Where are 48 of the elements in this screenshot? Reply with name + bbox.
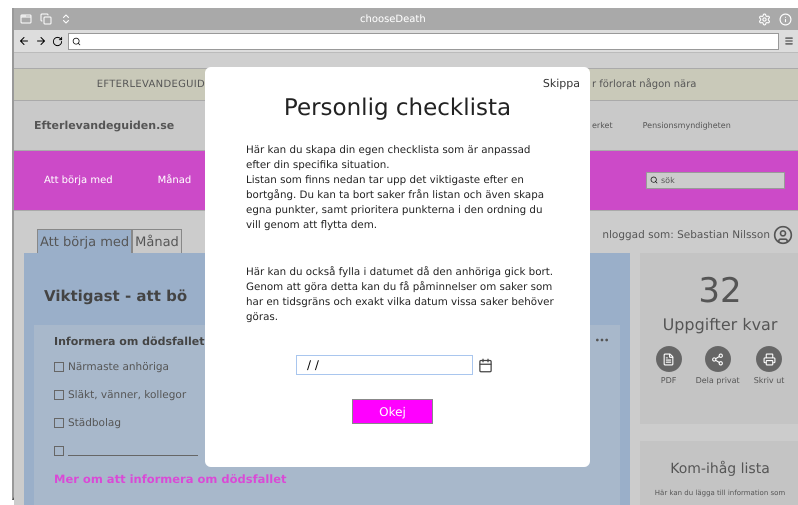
skip-link[interactable]: Skippa	[542, 77, 580, 90]
dialog-text: Här kan du också fylla i datumet då den anhöriga gick bort. Genom att göra detta kan du få påminnelser om saker som har en tidsgräns och exakt vilka datum vissa saker behöver göras.	[246, 265, 555, 325]
forward-icon[interactable]	[35, 35, 47, 47]
dialog-text: Här kan du skapa din egen checklista som är anpassad efter din specifika situation.	[246, 143, 532, 173]
task-label: Närmaste anhöriga	[68, 361, 169, 373]
checkbox[interactable]	[54, 390, 64, 400]
task-heading: Informera om dödsfallet	[54, 335, 204, 348]
reload-icon[interactable]	[52, 36, 63, 46]
okay-button[interactable]: Okej	[352, 399, 433, 424]
tab[interactable]: Månad	[132, 229, 182, 253]
dialog-title: Personlig checklista	[284, 95, 512, 121]
task-count: 32	[698, 271, 742, 311]
settings-icon[interactable]	[758, 12, 771, 26]
share-icon	[711, 352, 724, 366]
search-field[interactable]: sök	[646, 172, 785, 189]
banner-text: EFTERLEVANDEGUID	[96, 79, 205, 90]
date-field[interactable]: / /	[296, 355, 473, 375]
tab[interactable]: Att börja med	[37, 229, 132, 253]
search-icon	[650, 176, 658, 184]
action-button[interactable]: Dela privat	[696, 346, 740, 385]
nav-link[interactable]: Att börja med	[44, 175, 113, 186]
checkbox[interactable]	[54, 362, 64, 372]
printer-icon	[762, 352, 776, 366]
header-link[interactable]: erket	[592, 121, 613, 130]
search-icon	[72, 36, 81, 46]
checkbox[interactable]	[54, 446, 64, 456]
nav-link[interactable]: Månad	[158, 175, 192, 186]
section-title: Viktigast - att bö	[44, 287, 188, 305]
copy-icon[interactable]	[40, 13, 52, 25]
login-status: nloggad som: Sebastian Nilsson	[602, 229, 770, 241]
site-logo[interactable]: Efterlevandeguiden.se	[34, 119, 174, 132]
avatar-icon[interactable]	[773, 225, 793, 245]
header-link[interactable]: Pensionsmyndigheten	[642, 121, 731, 130]
checkbox[interactable]	[54, 418, 64, 428]
task-label: Städbolag	[68, 417, 121, 429]
dialog-text: Listan som finns nedan tar upp det viktigaste efter en bortgång. Du kan ta bort saker från listan och även skapa egna punkter, samt prioritera punkterna i den ordning du vill genom att flytta dem.	[246, 173, 546, 233]
menu-icon[interactable]	[784, 36, 794, 46]
calendar-icon[interactable]	[478, 358, 493, 372]
up-down-icon[interactable]	[60, 13, 72, 25]
document-icon	[662, 352, 676, 366]
page-title: chooseDeath	[360, 14, 427, 24]
banner-text: r förlorat någon nära	[592, 79, 698, 90]
info-icon[interactable]	[779, 12, 792, 26]
back-icon[interactable]	[18, 35, 30, 47]
task-label: Släkt, vänner, kollegor	[68, 389, 186, 401]
window-icon[interactable]	[20, 13, 32, 25]
reminder-title: Kom-ihåg lista	[670, 461, 770, 477]
count-label: Uppgifter kvar	[662, 315, 778, 334]
